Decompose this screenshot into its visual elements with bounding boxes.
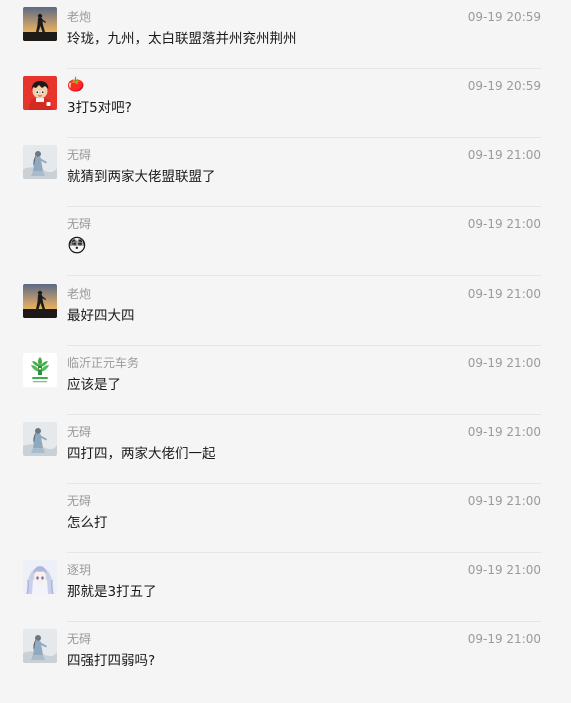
sketch-figure-avatar-icon[interactable] (23, 422, 57, 456)
message-text: 就猜到两家大佬盟联盟了 (67, 169, 216, 185)
message-sender: 老炮 (67, 10, 92, 24)
chat-message: 无碍 09-19 21:00 就猜到两家大佬盟联盟了 (0, 138, 571, 207)
message-timestamp: 09-19 21:00 (467, 148, 541, 162)
chat-message: 无碍 09-19 21:00 四强打四弱吗? (0, 622, 571, 691)
green-leaf-logo-avatar-icon[interactable] (23, 353, 57, 387)
message-text: 那就是3打五了 (67, 584, 157, 600)
chat-message: 🍅 09-19 20:59 3打5对吧? (0, 69, 571, 138)
message-divider (67, 275, 541, 276)
chat-message: 老炮 09-19 21:00 最好四大四 (0, 277, 571, 346)
sunset-silhouette-avatar-icon[interactable] (23, 284, 57, 318)
anime-girl-avatar-icon[interactable] (23, 560, 57, 594)
message-timestamp: 09-19 21:00 (467, 425, 541, 439)
chat-message: 无碍 09-19 21:00 怎么打 (0, 484, 571, 553)
message-timestamp: 09-19 21:00 (467, 563, 541, 577)
chat-message: 无碍 09-19 21:00 😳 (0, 207, 571, 276)
message-text: 最好四大四 (67, 308, 135, 324)
sketch-figure-avatar-icon[interactable] (23, 629, 57, 663)
message-sender: 无碍 (67, 494, 92, 508)
chat-message: 老炮 09-19 20:59 玲珑，九州，太白联盟落并州兖州荆州 (0, 0, 571, 69)
chat-message-list: 老炮 09-19 20:59 玲珑，九州，太白联盟落并州兖州荆州 🍅 09-19… (0, 0, 571, 703)
message-timestamp: 09-19 21:00 (467, 494, 541, 508)
message-sender: 临沂正元车务 (67, 356, 140, 370)
message-text: 怎么打 (67, 515, 108, 531)
message-text: 玲珑，九州，太白联盟落并州兖州荆州 (67, 31, 297, 47)
message-timestamp: 09-19 21:00 (467, 287, 541, 301)
message-timestamp: 09-19 20:59 (467, 79, 541, 93)
message-timestamp: 09-19 20:59 (467, 10, 541, 24)
message-sender: 无碍 (67, 425, 92, 439)
message-timestamp: 09-19 21:00 (467, 356, 541, 370)
message-sender: 🍅 (67, 77, 85, 93)
sunset-silhouette-avatar-icon[interactable] (23, 7, 57, 41)
message-sender: 无碍 (67, 148, 92, 162)
sketch-figure-avatar-icon[interactable] (23, 145, 57, 179)
message-sender: 无碍 (67, 632, 92, 646)
message-text: 四打四，两家大佬们一起 (67, 446, 216, 462)
message-text: 四强打四弱吗? (67, 653, 156, 669)
message-text: 3打5对吧? (67, 100, 132, 116)
message-text: 应该是了 (67, 377, 121, 393)
chat-message: 无碍 09-19 21:00 四打四，两家大佬们一起 (0, 415, 571, 484)
chat-message: 临沂正元车务 09-19 21:00 应该是了 (0, 346, 571, 415)
flushed-face-emoji: 😳 (67, 235, 87, 257)
message-sender: 无碍 (67, 217, 92, 231)
cartoon-boy-avatar-icon[interactable] (23, 76, 57, 110)
chat-message: 逐玥 09-19 21:00 那就是3打五了 (0, 553, 571, 622)
message-sender: 逐玥 (67, 563, 92, 577)
message-sender: 老炮 (67, 287, 92, 301)
message-timestamp: 09-19 21:00 (467, 632, 541, 646)
message-timestamp: 09-19 21:00 (467, 217, 541, 231)
